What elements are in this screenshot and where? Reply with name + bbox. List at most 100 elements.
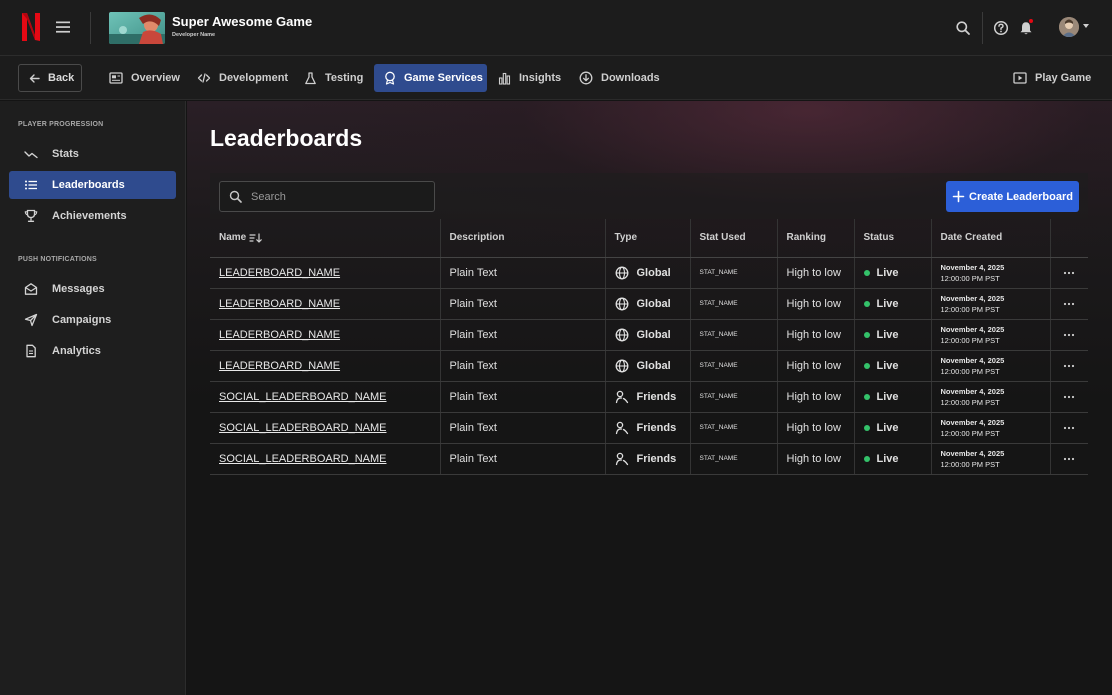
table-row[interactable]: SOCIAL_LEADERBOARD_NAME Plain Text Friends… [210, 412, 1089, 444]
cell-stat-used: STAT_NAME [690, 443, 778, 475]
cell-date-created: November 4, 2025 12:00:00 PM PST [931, 319, 1051, 351]
cell-ranking: High to low [777, 257, 855, 289]
cell-type: Friends [605, 412, 691, 444]
time-label: 12:00:00 PM PST [940, 273, 1000, 283]
avatar-image [1059, 17, 1079, 37]
avatar[interactable] [1059, 17, 1079, 37]
type-label: Global [636, 328, 671, 341]
tab-insights[interactable]: Insights [488, 64, 571, 92]
tab-overview[interactable]: Overview [99, 64, 190, 92]
row-actions-button[interactable] [1060, 351, 1089, 381]
type-wrapper: Global [615, 297, 690, 311]
row-actions-button[interactable] [1060, 413, 1089, 443]
tab-label: Downloads [601, 72, 660, 84]
tab-label: Testing [325, 72, 364, 84]
column-header-name[interactable]: Name [210, 219, 441, 258]
status-dot [863, 331, 870, 338]
sidebar-item-campaigns[interactable]: Campaigns [9, 306, 176, 334]
row-actions-button[interactable] [1060, 258, 1089, 288]
sidebar-item-achievements[interactable]: Achievements [9, 202, 176, 230]
trend-icon [24, 151, 38, 159]
play-game-button[interactable]: Play Game [1003, 64, 1101, 92]
sidebar-item-analytics[interactable]: Analytics [9, 337, 176, 365]
more-icon [1064, 457, 1075, 460]
leaderboard-name-link[interactable]: LEADERBOARD_NAME [219, 298, 340, 310]
cell-actions [1050, 319, 1089, 351]
search-input[interactable] [251, 190, 421, 203]
cell-stat-used: STAT_NAME [690, 381, 778, 413]
bar-chart-icon [498, 72, 511, 85]
table-row[interactable]: SOCIAL_LEADERBOARD_NAME Plain Text Friends… [210, 443, 1089, 475]
envelope-icon [24, 283, 38, 295]
sidebar-item-label: Campaigns [52, 314, 112, 326]
sort-icon[interactable] [249, 233, 263, 243]
friends-icon [615, 421, 628, 434]
tab-testing[interactable]: Testing [294, 64, 373, 92]
type-label: Global [636, 266, 671, 279]
leaderboard-name-link[interactable]: LEADERBOARD_NAME [219, 267, 340, 279]
leaderboard-name-link[interactable]: LEADERBOARD_NAME [219, 360, 340, 372]
cell-description: Plain Text [440, 381, 606, 413]
game-thumbnail[interactable] [109, 12, 165, 44]
search-icon [229, 190, 242, 203]
sidebar-item-stats[interactable]: Stats [9, 140, 176, 168]
chevron-down-icon[interactable] [1083, 24, 1089, 28]
column-header-status[interactable]: Status [854, 219, 932, 258]
cell-stat-used: STAT_NAME [690, 319, 778, 351]
status-label: Live [876, 452, 899, 465]
cell-name: LEADERBOARD_NAME [210, 257, 441, 289]
sidebar-item-leaderboards[interactable]: Leaderboards [9, 171, 176, 199]
create-leaderboard-label: Create Leaderboard [969, 190, 1073, 203]
tab-development[interactable]: Development [187, 64, 298, 92]
leaderboard-name-link[interactable]: SOCIAL_LEADERBOARD_NAME [219, 422, 387, 434]
more-icon [1064, 395, 1075, 398]
cell-type: Global [605, 257, 691, 289]
sidebar-item-messages[interactable]: Messages [9, 275, 176, 303]
status-dot [863, 393, 870, 400]
overview-icon [109, 72, 123, 84]
column-header-stat-used[interactable]: Stat Used [690, 219, 778, 258]
table-row[interactable]: LEADERBOARD_NAME Plain Text Global STAT_NAM… [210, 257, 1089, 289]
trophy-icon [24, 209, 38, 222]
status-label: Live [876, 297, 899, 310]
tab-game-services[interactable]: Game Services [374, 64, 487, 92]
leaderboard-name-link[interactable]: SOCIAL_LEADERBOARD_NAME [219, 453, 387, 465]
row-actions-button[interactable] [1060, 289, 1089, 319]
row-actions-button[interactable] [1060, 444, 1089, 474]
table-row[interactable]: LEADERBOARD_NAME Plain Text Global STAT_NAM… [210, 319, 1089, 351]
status-label: Live [876, 421, 899, 434]
more-icon [1064, 426, 1075, 429]
play-icon [1013, 72, 1027, 84]
netflix-logo[interactable] [19, 11, 43, 43]
leaderboard-name-link[interactable]: LEADERBOARD_NAME [219, 329, 340, 341]
page-title: Leaderboards [210, 125, 363, 151]
section-label-player-progression: PLAYER PROGRESSION [18, 121, 104, 128]
cell-description: Plain Text [440, 412, 606, 444]
cell-status: Live [854, 412, 932, 444]
row-actions-button[interactable] [1060, 382, 1089, 412]
status-badge: Live [863, 452, 931, 465]
leaderboard-name-link[interactable]: SOCIAL_LEADERBOARD_NAME [219, 391, 387, 403]
tab-label: Insights [519, 72, 562, 84]
table-row[interactable]: LEADERBOARD_NAME Plain Text Global STAT_NAM… [210, 288, 1089, 320]
type-label: Global [636, 359, 671, 372]
code-icon [197, 73, 211, 83]
back-button[interactable]: Back [18, 64, 82, 92]
search-box[interactable] [219, 181, 435, 212]
column-header-type[interactable]: Type [605, 219, 691, 258]
date-created: November 4, 2025 12:00:00 PM PST [941, 448, 1050, 470]
cell-type: Global [605, 350, 691, 382]
column-header-date-created[interactable]: Date Created [931, 219, 1051, 258]
help-icon[interactable] [993, 20, 1009, 36]
cell-date-created: November 4, 2025 12:00:00 PM PST [931, 288, 1051, 320]
row-actions-button[interactable] [1060, 320, 1089, 350]
table-row[interactable]: SOCIAL_LEADERBOARD_NAME Plain Text Friends… [210, 381, 1089, 413]
search-icon[interactable] [955, 20, 971, 36]
menu-icon[interactable] [54, 18, 72, 36]
create-leaderboard-button[interactable]: Create Leaderboard [946, 181, 1079, 212]
column-header-ranking[interactable]: Ranking [777, 219, 855, 258]
tab-downloads[interactable]: Downloads [569, 64, 670, 92]
sidebar: PLAYER PROGRESSION Stats Leaderboards Ac… [0, 101, 186, 695]
column-header-description[interactable]: Description [440, 219, 606, 258]
table-row[interactable]: LEADERBOARD_NAME Plain Text Global STAT_NAM… [210, 350, 1089, 382]
